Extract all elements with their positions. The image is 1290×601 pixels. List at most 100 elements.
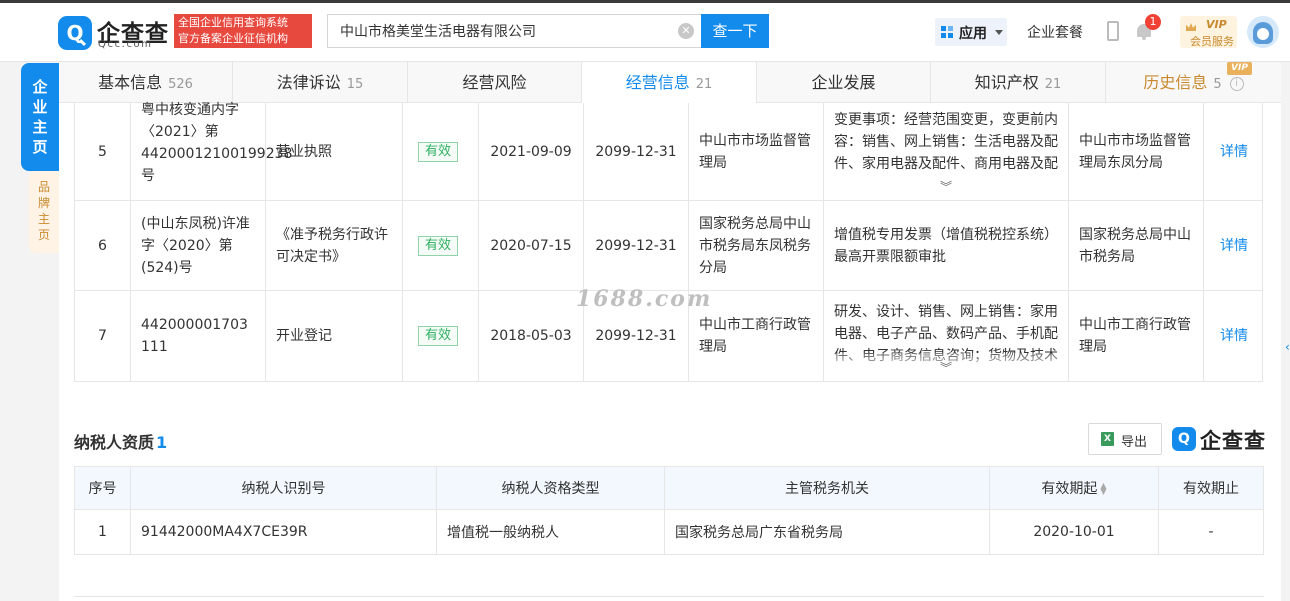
search-button[interactable]: 查一下 (701, 14, 769, 48)
side-main-char: 主 (32, 118, 48, 136)
license-content: 研发、设计、销售、网上销售：家用电器、电子产品、数码产品、手机配件、电子商务信息… (824, 291, 1068, 381)
valid-to: 2099-12-31 (595, 237, 677, 254)
tab-development[interactable]: 企业发展 (757, 62, 931, 103)
side-tab-company-home[interactable]: 企 业 主 页 (21, 63, 59, 171)
detail-link[interactable]: 详情 (1204, 141, 1264, 163)
tab-business-info[interactable]: 经营信息 21 (582, 62, 757, 103)
tab-history[interactable]: 历史信息 5 i VIP (1106, 62, 1281, 103)
slogan-badge: 全国企业信用查询系统 官方备案企业征信机构 (174, 14, 312, 48)
side-main-char: 页 (32, 138, 48, 156)
valid-to: - (1208, 524, 1214, 540)
valid-from: 2018-05-03 (490, 328, 572, 344)
tab-basic-info[interactable]: 基本信息 526 (59, 62, 233, 103)
enterprise-package-link[interactable]: 企业套餐 (1027, 22, 1083, 42)
top-header: Q 企查查 Qcc.com 全国企业信用查询系统 官方备案企业征信机构 ✕ 查一… (0, 0, 1290, 62)
tab-label: 法律诉讼 (276, 73, 341, 92)
collapse-handle-icon[interactable]: ‹ (1285, 340, 1290, 354)
table-row: 5 粤中核变通内字〈2021〉第44200012100199238号 营业执照 … (74, 102, 1264, 201)
tab-label: 基本信息 (98, 73, 163, 92)
search-input[interactable] (328, 15, 668, 47)
vip-label: VIP (1206, 18, 1227, 31)
info-icon[interactable]: i (1229, 76, 1244, 91)
license-doc-name: 开业登记 (276, 328, 332, 344)
clear-icon[interactable]: ✕ (678, 23, 694, 39)
section-title: 纳税人资质 1 (74, 429, 167, 453)
tab-label: 经营风险 (462, 73, 527, 92)
row-number: 7 (98, 328, 107, 344)
tab-label: 历史信息 (1143, 73, 1208, 92)
license-source: 国家税务总局中山市税务局 (1079, 226, 1191, 265)
license-doc-number: (中山东凤税)许准字〈2020〉第(524)号 (141, 215, 250, 276)
status-badge: 有效 (418, 235, 459, 256)
taxpayer-type: 增值税一般纳税人 (447, 525, 559, 541)
expand-icon[interactable]: ︾ (824, 357, 1068, 379)
license-content: 增值税专用发票（增值税税控系统）最高开票限额审批 (834, 226, 1058, 265)
notification-badge: 1 (1145, 14, 1161, 30)
license-authority: 中山市市场监督管理局 (699, 132, 811, 171)
license-authority: 中山市工商行政管理局 (699, 317, 811, 355)
logo-icon: Q (58, 16, 92, 50)
site-logo[interactable]: Q 企查查 Qcc.com (58, 14, 173, 50)
license-content: 变更事项：经营范围变更，变更前内容：销售、网上销售：生活电器及配件、家用电器及配… (824, 103, 1068, 200)
apps-menu-button[interactable]: 应用 (935, 18, 1007, 46)
sortable-column[interactable]: 有效期起 ▲ ▼ (990, 467, 1159, 509)
top-border (0, 0, 1290, 3)
side-brand-char: 牌 (37, 196, 50, 210)
detail-link[interactable]: 详情 (1204, 325, 1264, 347)
side-tab-brand-home[interactable]: 品 牌 主 页 (29, 171, 59, 253)
search-box: ✕ (327, 14, 702, 48)
license-doc-number: 粤中核变通内字〈2021〉第44200012100199238号 (141, 102, 293, 184)
tax-authority: 国家税务总局广东省税务局 (675, 525, 843, 541)
license-authority: 国家税务总局中山市税务局东凤税务分局 (699, 215, 811, 276)
brand-name: 企查查 (1200, 429, 1266, 453)
apps-grid-icon (941, 26, 953, 38)
license-doc-name: 营业执照 (276, 143, 332, 160)
taxpayer-table: 序号 纳税人识别号 纳税人资格类型 主管税务机关 有效期起 ▲ ▼ 有效期止 1 9… (74, 466, 1264, 555)
tab-business-risk[interactable]: 经营风险 (408, 62, 582, 103)
side-brand-char: 主 (37, 212, 50, 226)
column-header: 序号 (88, 481, 117, 497)
valid-from: 2020-07-15 (490, 237, 572, 254)
license-source: 中山市工商行政管理局 (1079, 317, 1191, 355)
section-tabs: 基本信息 526 法律诉讼 15 经营风险 经营信息 21 企业发展 知识产权 21 历… (59, 62, 1281, 103)
vip-service-button[interactable]: VIP 会员服务 (1180, 16, 1237, 48)
side-main-char: 企 (32, 78, 48, 96)
status-badge: 有效 (418, 141, 459, 162)
logo-domain: Qcc.com (98, 39, 153, 50)
row-number: 6 (98, 237, 107, 254)
row-number: 1 (98, 524, 107, 540)
sort-icon[interactable]: ▲ ▼ (1100, 482, 1106, 496)
tab-label: 知识产权 (974, 73, 1039, 92)
excel-icon: X (1101, 432, 1114, 446)
user-avatar[interactable] (1247, 16, 1279, 48)
phone-icon[interactable] (1107, 21, 1119, 41)
table-row: 1 91442000MA4X7CE39R 增值税一般纳税人 国家税务总局广东省税… (75, 510, 1263, 554)
expand-icon[interactable]: ︾ (824, 176, 1068, 198)
export-button[interactable]: X 导出 (1088, 423, 1162, 455)
table-row: 6 (中山东凤税)许准字〈2020〉第(524)号 《准予税务行政许可决定书》 … (74, 201, 1263, 291)
watermark-text: 1688.com (576, 286, 713, 312)
tab-label: 企业发展 (811, 73, 876, 92)
row-number: 5 (98, 143, 107, 160)
tab-count: 15 (346, 77, 364, 92)
slogan-line1: 全国企业信用查询系统 (178, 16, 288, 29)
valid-from: 2021-09-09 (490, 143, 572, 160)
tab-label: 经营信息 (625, 73, 690, 92)
tax-count: 1 (156, 433, 168, 452)
crown-icon (1186, 23, 1196, 31)
tab-count: 21 (1044, 77, 1062, 92)
tab-legal[interactable]: 法律诉讼 15 (233, 62, 408, 103)
column-header: 有效期止 (1183, 481, 1239, 497)
chevron-down-icon (995, 30, 1003, 35)
tab-ip[interactable]: 知识产权 21 (931, 62, 1106, 103)
brand-logo: Q 企查查 (1172, 424, 1268, 454)
vip-sub-label: 会员服务 (1190, 35, 1234, 48)
side-brand-char: 品 (37, 180, 50, 194)
license-content-text: 变更事项：经营范围变更，变更前内容：销售、网上销售：生活电器及配件、家用电器及配… (834, 112, 1058, 172)
tab-count: 21 (695, 77, 713, 92)
detail-link[interactable]: 详情 (1204, 235, 1264, 257)
taxpayer-id: 91442000MA4X7CE39R (141, 524, 308, 540)
table-header: 序号 纳税人识别号 纳税人资格类型 主管税务机关 有效期起 ▲ ▼ 有效期止 (75, 467, 1263, 510)
divider (74, 596, 1264, 597)
tab-count: 526 (168, 77, 193, 92)
